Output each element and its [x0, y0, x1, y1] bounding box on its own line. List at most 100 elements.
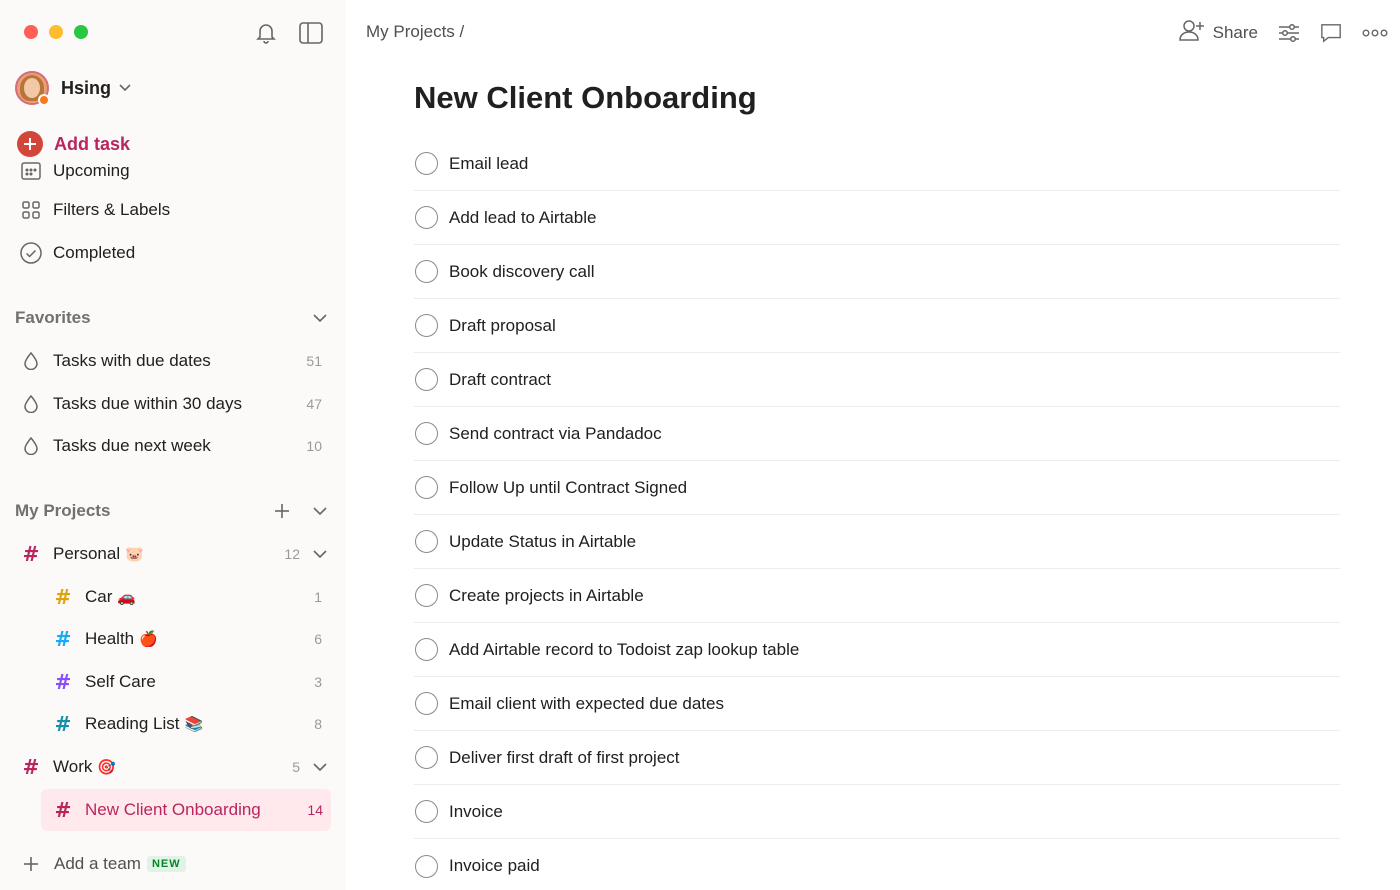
task-label[interactable]: Draft contract: [449, 370, 551, 390]
task-label[interactable]: Deliver first draft of first project: [449, 748, 680, 768]
task-list: Email lead Add lead to Airtable Book dis…: [414, 137, 1340, 890]
task-row[interactable]: Invoice: [414, 785, 1340, 839]
task-label[interactable]: Add lead to Airtable: [449, 208, 596, 228]
task-row[interactable]: Email lead: [414, 137, 1340, 191]
project-health[interactable]: # Health 🍎 6: [50, 622, 331, 656]
task-row[interactable]: Draft contract: [414, 353, 1340, 407]
filter-drop-icon: [18, 433, 44, 459]
project-new-client-onboarding[interactable]: # New Client Onboarding 14: [41, 789, 331, 831]
task-row[interactable]: Add lead to Airtable: [414, 191, 1340, 245]
task-checkbox[interactable]: [415, 206, 438, 229]
task-label[interactable]: Email client with expected due dates: [449, 694, 724, 714]
hash-icon: #: [54, 712, 72, 736]
favorite-item[interactable]: Tasks with due dates 51: [18, 344, 331, 378]
view-settings-sliders-icon[interactable]: [1278, 22, 1300, 44]
task-checkbox[interactable]: [415, 152, 438, 175]
breadcrumb-my-projects[interactable]: My Projects: [366, 22, 455, 41]
task-checkbox[interactable]: [415, 368, 438, 391]
minimize-window-button[interactable]: [49, 25, 63, 39]
avatar: [15, 71, 50, 106]
task-checkbox[interactable]: [415, 854, 438, 878]
project-car[interactable]: # Car 🚗 1: [50, 580, 331, 614]
task-checkbox[interactable]: [415, 692, 438, 715]
project-reading-list[interactable]: # Reading List 📚 8: [50, 707, 331, 741]
breadcrumb: My Projects /: [366, 22, 464, 42]
user-menu[interactable]: Hsing: [15, 71, 131, 106]
project-work[interactable]: # Work 🎯 5: [18, 750, 331, 784]
calendar-icon: [18, 158, 44, 184]
task-checkbox[interactable]: [415, 422, 438, 445]
close-window-button[interactable]: [24, 25, 38, 39]
nav-filters-labels[interactable]: Filters & Labels: [18, 197, 170, 223]
task-row[interactable]: Create projects in Airtable: [414, 569, 1340, 623]
task-label[interactable]: Add Airtable record to Todoist zap looku…: [449, 640, 799, 660]
page-title: New Client Onboarding: [414, 80, 757, 115]
hash-icon: #: [54, 627, 72, 651]
task-checkbox[interactable]: [415, 314, 438, 337]
project-self-care[interactable]: # Self Care 3: [50, 665, 331, 699]
chevron-down-icon[interactable]: [309, 307, 331, 329]
chevron-down-icon[interactable]: [309, 756, 331, 778]
grid-icon: [18, 197, 44, 223]
task-checkbox[interactable]: [415, 530, 438, 553]
breadcrumb-separator: /: [459, 22, 465, 41]
window-controls: [24, 25, 88, 39]
task-row[interactable]: Update Status in Airtable: [414, 515, 1340, 569]
task-label[interactable]: Follow Up until Contract Signed: [449, 478, 687, 498]
favorite-item[interactable]: Tasks due next week 10: [18, 429, 331, 463]
hash-icon: #: [22, 755, 40, 779]
task-row[interactable]: Deliver first draft of first project: [414, 731, 1340, 785]
task-checkbox[interactable]: [415, 746, 438, 769]
plus-icon: [17, 131, 43, 157]
favorites-title: Favorites: [15, 308, 91, 327]
task-label[interactable]: Create projects in Airtable: [449, 586, 644, 606]
nav-upcoming[interactable]: Upcoming: [18, 158, 130, 184]
user-name: Hsing: [61, 77, 112, 98]
task-label[interactable]: Email lead: [449, 154, 528, 174]
chevron-down-icon[interactable]: [309, 543, 331, 565]
plus-icon: [18, 856, 44, 872]
check-circle-icon: [18, 240, 44, 266]
chevron-down-icon[interactable]: [309, 500, 331, 522]
add-task-button[interactable]: Add task: [17, 131, 143, 157]
task-label[interactable]: Invoice paid: [449, 856, 540, 876]
comments-icon[interactable]: [1320, 22, 1342, 44]
task-row[interactable]: Follow Up until Contract Signed: [414, 461, 1340, 515]
share-button[interactable]: Share: [1178, 19, 1258, 46]
task-checkbox[interactable]: [415, 800, 438, 823]
chevron-down-icon: [119, 84, 131, 92]
task-label[interactable]: Book discovery call: [449, 262, 595, 282]
zoom-window-button[interactable]: [74, 25, 88, 39]
task-checkbox[interactable]: [415, 638, 438, 661]
task-label[interactable]: Invoice: [449, 802, 503, 822]
task-row[interactable]: Book discovery call: [414, 245, 1340, 299]
add-task-label: Add task: [54, 133, 131, 154]
task-checkbox[interactable]: [415, 260, 438, 283]
my-projects-header[interactable]: My Projects: [15, 498, 331, 524]
more-options-icon[interactable]: [1362, 22, 1388, 44]
add-team-button[interactable]: Add a team NEW: [18, 851, 186, 877]
favorite-item[interactable]: Tasks due within 30 days 47: [18, 387, 331, 421]
task-row[interactable]: Draft proposal: [414, 299, 1340, 353]
task-label[interactable]: Send contract via Pandadoc: [449, 424, 662, 444]
nav-upcoming-label: Upcoming: [53, 161, 130, 180]
hash-icon: #: [54, 798, 72, 822]
task-label[interactable]: Update Status in Airtable: [449, 532, 636, 552]
add-team-label: Add a team: [54, 854, 141, 873]
task-row[interactable]: Invoice paid: [414, 839, 1340, 890]
task-row[interactable]: Add Airtable record to Todoist zap looku…: [414, 623, 1340, 677]
task-row[interactable]: Email client with expected due dates: [414, 677, 1340, 731]
add-project-plus-icon[interactable]: [271, 500, 293, 522]
project-personal[interactable]: # Personal 🐷 12: [18, 537, 331, 571]
nav-completed[interactable]: Completed: [18, 240, 135, 266]
notifications-bell-icon[interactable]: [253, 20, 279, 46]
task-checkbox[interactable]: [415, 476, 438, 499]
task-checkbox[interactable]: [415, 584, 438, 607]
task-label[interactable]: Draft proposal: [449, 316, 556, 336]
task-row[interactable]: Send contract via Pandadoc: [414, 407, 1340, 461]
filter-drop-icon: [18, 348, 44, 374]
main-content: My Projects / Share New Client Onboardin…: [346, 0, 1400, 890]
toggle-sidebar-icon[interactable]: [298, 20, 324, 46]
favorites-header[interactable]: Favorites: [15, 305, 331, 331]
header-actions: Share: [1178, 19, 1388, 46]
